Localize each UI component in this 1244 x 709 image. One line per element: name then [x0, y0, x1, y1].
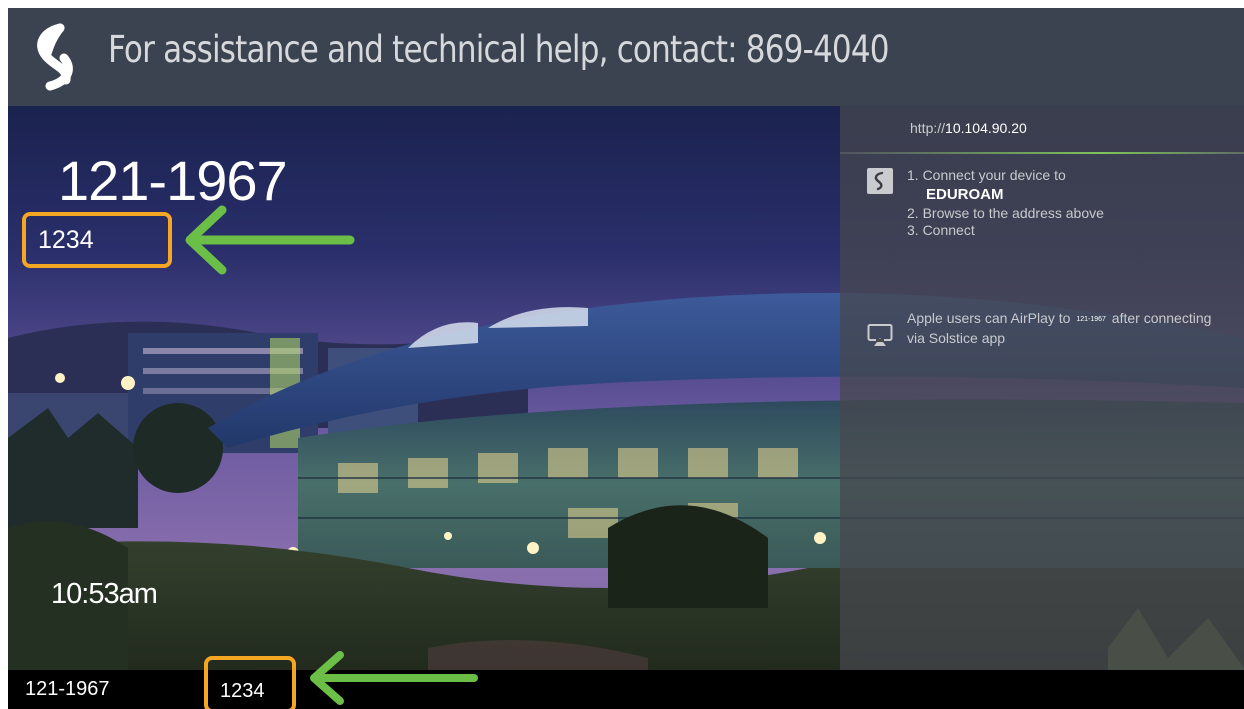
display-name-small: 121-1967 — [25, 678, 110, 700]
screen-key-box-bottom: 1234 — [204, 656, 296, 709]
airplay-instructions: Apple users can AirPlay to 121-1967 afte… — [907, 309, 1227, 347]
step-2: 2. Browse to the address above — [907, 205, 1104, 221]
connection-steps: 1. Connect your device to EDUROAM 2. Bro… — [907, 167, 1104, 239]
connection-info-panel: http://10.104.90.20 1. Connect your devi… — [840, 106, 1244, 670]
clock-time: 10:53am — [51, 578, 158, 610]
airplay-text-before: Apple users can AirPlay to — [907, 310, 1071, 326]
solstice-app-icon — [867, 168, 893, 194]
airplay-display-name: 121-1967 — [1076, 316, 1106, 323]
pointer-arrow-top — [185, 205, 355, 275]
solstice-display-screen: For assistance and technical help, conta… — [8, 8, 1244, 709]
connection-url: http://10.104.90.20 — [910, 120, 1027, 136]
bottom-status-bar — [8, 670, 1244, 709]
step-3: 3. Connect — [907, 222, 975, 238]
network-name: EDUROAM — [926, 186, 1004, 203]
url-prefix: http:// — [910, 120, 946, 136]
help-contact-text: For assistance and technical help, conta… — [108, 28, 890, 71]
pointer-arrow-bottom — [310, 651, 478, 705]
solstice-logo-icon — [37, 23, 73, 91]
airplay-icon — [867, 324, 893, 346]
help-header: For assistance and technical help, conta… — [8, 8, 1244, 106]
url-underline — [840, 152, 1244, 154]
screen-key-box-top: 1234 — [22, 212, 172, 268]
step-1: 1. Connect your device to — [907, 167, 1066, 183]
url-address: 10.104.90.20 — [945, 120, 1027, 136]
